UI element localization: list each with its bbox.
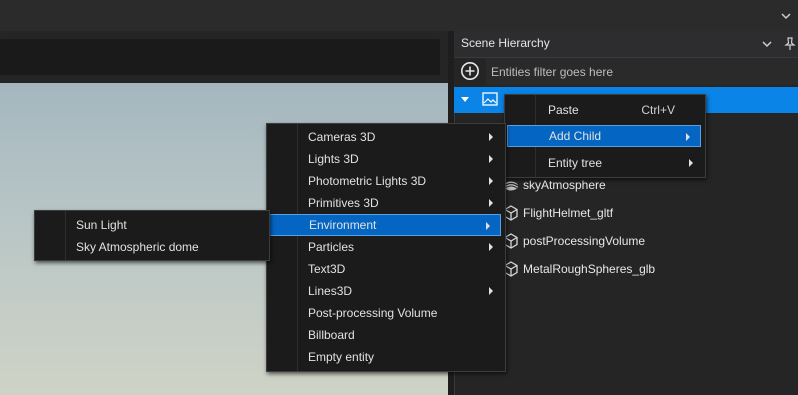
entity-label: postProcessingVolume bbox=[523, 234, 646, 248]
menu-item-label: Text3D bbox=[308, 262, 346, 276]
entity-row[interactable]: FlightHelmet_gltf bbox=[503, 202, 613, 224]
submenu-arrow-icon bbox=[489, 177, 493, 185]
menu-item-sun-light[interactable]: Sun Light bbox=[35, 214, 267, 236]
menu-item-label: Primitives 3D bbox=[308, 196, 379, 210]
entity-label: MetalRoughSpheres_glb bbox=[523, 262, 656, 276]
submenu-arrow-icon bbox=[486, 222, 490, 230]
environment-submenu: Sun Light Sky Atmospheric dome bbox=[34, 210, 270, 261]
chevron-down-icon[interactable] bbox=[761, 38, 773, 50]
menu-item-label: Sun Light bbox=[76, 218, 127, 232]
menu-item-photometric-lights-3d[interactable]: Photometric Lights 3D bbox=[267, 170, 503, 192]
menu-item-label: Lines3D bbox=[308, 284, 353, 298]
entity-row[interactable]: postProcessingVolume bbox=[503, 230, 645, 252]
submenu-arrow-icon bbox=[489, 133, 493, 141]
menu-item-label: Sky Atmospheric dome bbox=[76, 240, 199, 254]
menu-item-label: Post-processing Volume bbox=[308, 306, 438, 320]
entities-filter-input[interactable] bbox=[486, 58, 798, 85]
pin-icon[interactable] bbox=[783, 36, 797, 52]
top-bar bbox=[0, 0, 798, 31]
menu-item-paste[interactable]: Paste Ctrl+V bbox=[507, 99, 703, 121]
add-entity-icon[interactable] bbox=[460, 61, 480, 81]
menu-item-label: Add Child bbox=[549, 129, 602, 143]
menu-item-label: Cameras 3D bbox=[308, 130, 376, 144]
submenu-arrow-icon bbox=[489, 199, 493, 207]
menu-item-label: Particles bbox=[308, 240, 355, 254]
menu-item-label: Entity tree bbox=[548, 156, 603, 170]
expand-arrow-icon[interactable] bbox=[461, 97, 469, 102]
submenu-arrow-icon bbox=[689, 159, 693, 167]
menu-item-primitives-3d[interactable]: Primitives 3D bbox=[267, 192, 503, 214]
menu-item-lines3d[interactable]: Lines3D bbox=[267, 280, 503, 302]
panel-title: Scene Hierarchy bbox=[461, 36, 550, 50]
menu-item-empty-entity[interactable]: Empty entity bbox=[267, 346, 503, 368]
scene-image-icon bbox=[482, 92, 498, 106]
menu-item-label: Billboard bbox=[308, 328, 355, 342]
context-menu: Paste Ctrl+V Add Child Entity tree bbox=[504, 94, 706, 178]
menu-item-environment[interactable]: Environment bbox=[269, 214, 501, 236]
entity-label: skyAtmosphere bbox=[523, 178, 606, 192]
submenu-arrow-icon bbox=[489, 287, 493, 295]
menu-item-lights-3d[interactable]: Lights 3D bbox=[267, 148, 503, 170]
menu-item-label: Empty entity bbox=[308, 350, 375, 364]
menu-item-billboard[interactable]: Billboard bbox=[267, 324, 503, 346]
submenu-arrow-icon bbox=[489, 155, 493, 163]
chevron-down-icon[interactable] bbox=[780, 10, 792, 22]
menu-item-cameras-3d[interactable]: Cameras 3D bbox=[267, 126, 503, 148]
menu-item-add-child[interactable]: Add Child bbox=[507, 125, 701, 147]
submenu-arrow-icon bbox=[686, 133, 690, 141]
menu-item-label: Paste bbox=[548, 103, 579, 117]
menu-item-post-processing-volume[interactable]: Post-processing Volume bbox=[267, 302, 503, 324]
menu-item-entity-tree[interactable]: Entity tree bbox=[507, 152, 703, 174]
menu-item-label: Photometric Lights 3D bbox=[308, 174, 427, 188]
submenu-arrow-icon bbox=[489, 243, 493, 251]
menu-item-text3d[interactable]: Text3D bbox=[267, 258, 503, 280]
entity-label: FlightHelmet_gltf bbox=[523, 206, 614, 220]
menu-item-particles[interactable]: Particles bbox=[267, 236, 503, 258]
menu-item-sky-atmospheric-dome[interactable]: Sky Atmospheric dome bbox=[35, 236, 267, 258]
menu-item-label: Lights 3D bbox=[308, 152, 359, 166]
add-child-submenu: Cameras 3D Lights 3D Photometric Lights … bbox=[266, 123, 506, 372]
shortcut-label: Ctrl+V bbox=[641, 103, 675, 117]
entity-row[interactable]: MetalRoughSpheres_glb bbox=[503, 258, 655, 280]
viewport-toolbar bbox=[0, 39, 440, 75]
menu-item-label: Environment bbox=[309, 218, 377, 232]
